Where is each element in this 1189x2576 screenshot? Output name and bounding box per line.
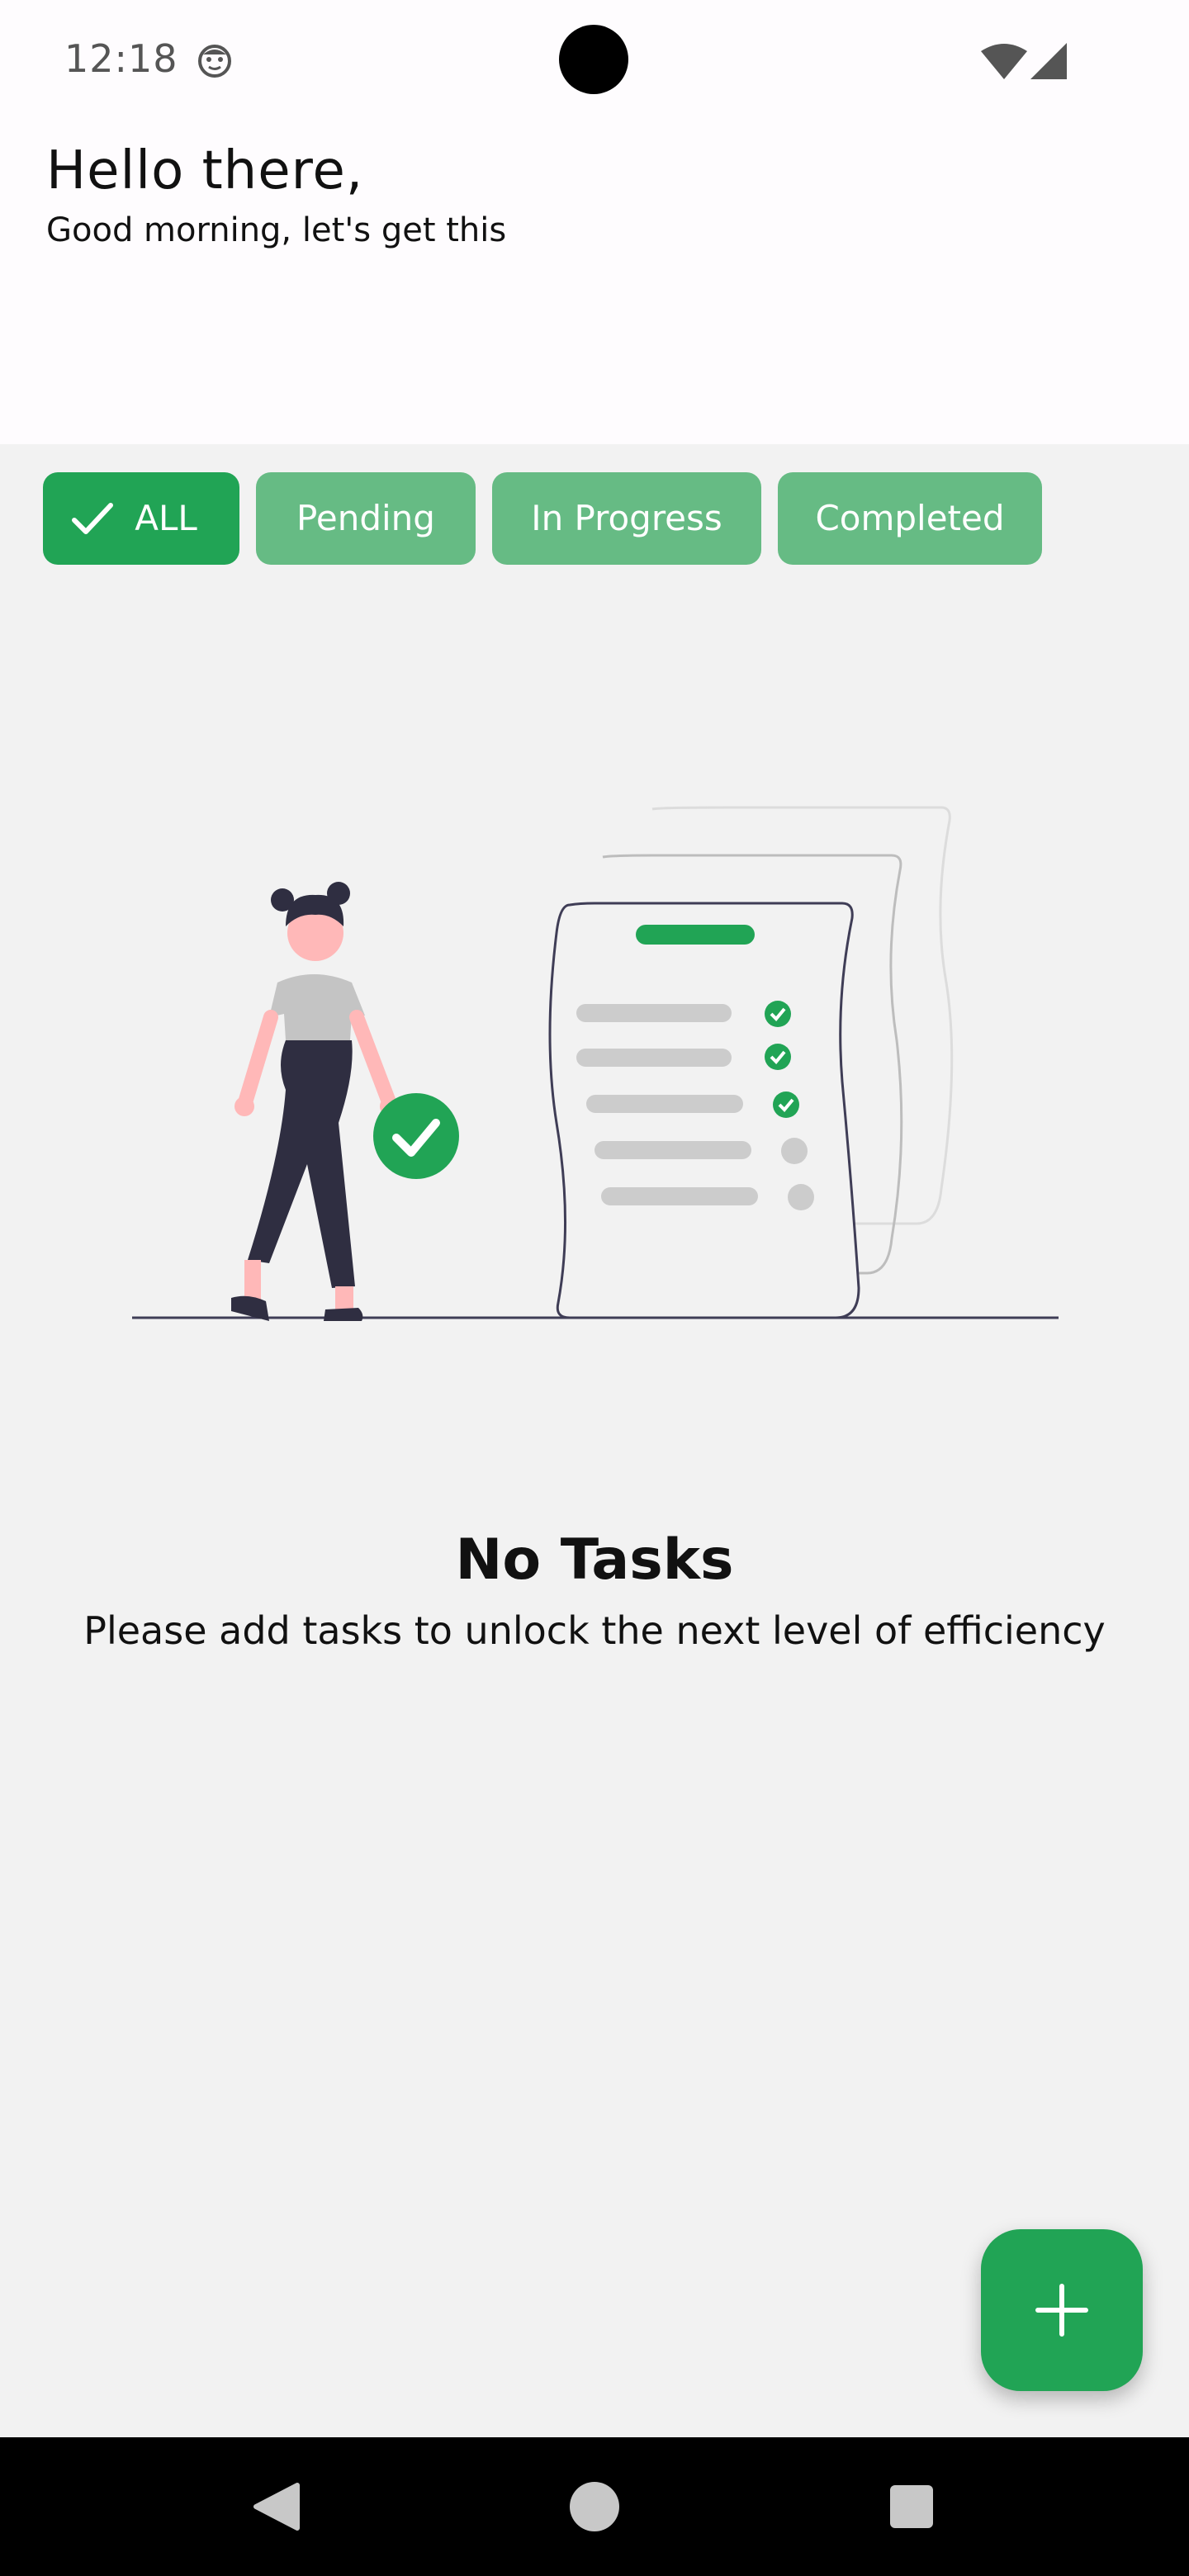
filter-chip-pending[interactable]: Pending bbox=[256, 472, 476, 565]
greeting-subtitle: Good morning, let's get this bbox=[46, 211, 507, 249]
status-time: 12:18 bbox=[64, 36, 178, 81]
face-icon bbox=[198, 45, 231, 78]
empty-state-description: Please add tasks to unlock the next leve… bbox=[83, 1608, 1106, 1653]
filter-chip-label: ALL bbox=[135, 498, 197, 538]
plus-icon bbox=[1035, 2284, 1088, 2337]
recent-apps-icon[interactable] bbox=[882, 2477, 941, 2536]
empty-state-illustration bbox=[132, 806, 1059, 1321]
add-task-button[interactable] bbox=[981, 2229, 1143, 2391]
status-bar: 12:18 bbox=[0, 0, 1189, 124]
filter-chip-label: Completed bbox=[815, 498, 1005, 538]
back-icon[interactable] bbox=[248, 2477, 307, 2536]
filter-chip-label: Pending bbox=[296, 498, 435, 538]
filter-chip-all[interactable]: ALL bbox=[43, 472, 239, 565]
wifi-icon bbox=[981, 44, 1027, 79]
home-icon[interactable] bbox=[565, 2477, 624, 2536]
greeting-title: Hello there, bbox=[46, 140, 364, 201]
system-nav-bar bbox=[0, 2437, 1189, 2576]
empty-state-title: No Tasks bbox=[455, 1527, 734, 1593]
signal-icon bbox=[1030, 43, 1067, 79]
camera-cutout bbox=[559, 25, 628, 94]
filter-chip-in-progress[interactable]: In Progress bbox=[492, 472, 761, 565]
filter-chip-completed[interactable]: Completed bbox=[778, 472, 1042, 565]
check-icon bbox=[72, 503, 113, 534]
filter-chip-label: In Progress bbox=[531, 498, 722, 538]
